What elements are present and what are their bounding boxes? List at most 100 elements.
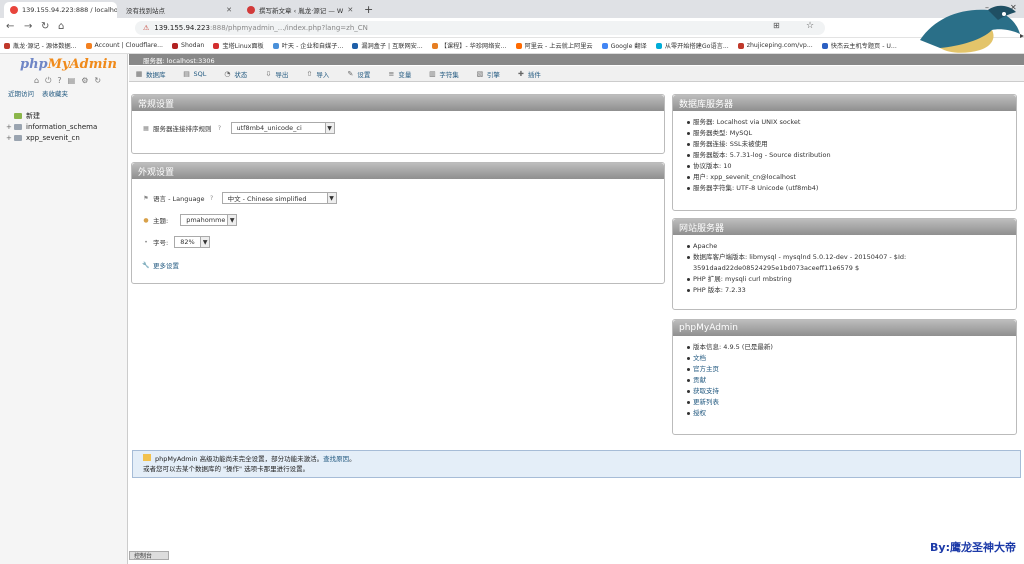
tree-item-label: xpp_sevenit_cn <box>26 133 80 142</box>
font-size-select[interactable]: 82% ▼ <box>174 236 211 248</box>
server-crumb-text[interactable]: 服务器: localhost:3306 <box>143 55 215 65</box>
bookmark-item[interactable]: 胤龙·源记 - 源体数据... <box>4 41 77 50</box>
menu-item-database[interactable]: ▦ 数据库 <box>135 69 166 79</box>
chevron-down-icon: ▼ <box>324 123 334 133</box>
tab-label: 139.155.94.223:888 / localhost <box>22 6 117 14</box>
new-tab-icon[interactable]: + <box>364 3 373 16</box>
notice-line2: 或者您可以去某个数据库的 "操作" 选项卡那里进行设置。 <box>143 465 310 473</box>
bookmark-favicon-icon <box>352 42 359 49</box>
help-icon[interactable]: ? <box>57 76 61 86</box>
notice-icon <box>143 454 151 461</box>
list-item: PHP 版本: 7.2.33 <box>687 285 1016 296</box>
close-tab-icon[interactable]: ✕ <box>343 6 353 14</box>
translate-icon[interactable]: ⊞ <box>773 21 780 30</box>
status-icon: ◔ <box>224 69 231 78</box>
bookmark-item[interactable]: 快杰云主机专题页 - U... <box>821 41 897 50</box>
find-reason-link[interactable]: 查找原因 <box>323 455 349 463</box>
forward-icon[interactable]: → <box>24 21 32 32</box>
menu-item-charset[interactable]: ▥ 字符集 <box>428 69 459 79</box>
logout-icon[interactable]: ⏻ <box>45 76 51 86</box>
language-label: 语言 - Language <box>153 195 205 203</box>
bookmark-item[interactable]: 从零开始搭建Go语言... <box>655 41 729 50</box>
menu-item-status[interactable]: ◔ 状态 <box>223 69 247 79</box>
browser-tab-phpmyadmin[interactable]: 139.155.94.223:888 / localhost ✕ <box>4 2 117 18</box>
console-toggle[interactable]: 控制台 <box>129 551 169 560</box>
menu-item-label: 设置 <box>357 70 371 79</box>
bookmark-item[interactable]: Shodan <box>172 42 204 49</box>
list-item[interactable]: 文档 <box>687 353 1016 364</box>
bookmark-item[interactable]: 宝塔Linux面板 <box>213 41 264 50</box>
bird-decoration-image <box>920 5 1024 53</box>
docs-icon[interactable]: ▤ <box>68 76 76 86</box>
browser-tab-new-post[interactable]: 撰写新文章 ‹ 胤龙·源记 — W ✕ <box>241 2 359 18</box>
reload-navigation-icon[interactable]: ↻ <box>94 76 101 86</box>
engine-icon: ▧ <box>476 69 484 78</box>
menu-item-plugin[interactable]: ✚ 插件 <box>517 69 541 79</box>
bookmark-item[interactable]: 漏洞盒子 | 互联网安... <box>352 41 423 50</box>
menu-item-variables[interactable]: ≡ 变量 <box>387 69 411 79</box>
import-icon: ⇧ <box>306 69 313 78</box>
bookmark-label: 阿里云 - 上云就上阿里云 <box>524 43 593 50</box>
settings-icon: ✎ <box>347 69 354 78</box>
tree-item-new[interactable]: 新建 <box>6 110 97 121</box>
browser-tab-strip: 139.155.94.223:888 / localhost ✕ 没有找到站点 … <box>0 0 1024 18</box>
theme-select[interactable]: pmahomme ▼ <box>180 214 238 226</box>
bookmark-label: 从零开始搭建Go语言... <box>664 43 729 50</box>
menu-item-engine[interactable]: ▧ 引擎 <box>476 69 500 79</box>
bookmark-item[interactable]: 【课程】- 华珍网络安... <box>431 41 507 50</box>
configuration-notice: phpMyAdmin 高级功能尚未完全设置，部分功能未激活。查找原因。 或者您可… <box>132 450 1021 478</box>
bookmark-item[interactable]: Google 翻译 <box>601 41 647 50</box>
tree-item-xpp-sevenit-cn[interactable]: + xpp_sevenit_cn <box>6 132 97 143</box>
menu-item-label: 变量 <box>398 70 412 79</box>
settings-icon[interactable]: ⚙ <box>81 76 88 86</box>
more-settings-link[interactable]: 更多设置 <box>153 260 179 270</box>
language-value: 中文 - Chinese simplified <box>227 195 307 203</box>
bookmark-label: 宝塔Linux面板 <box>222 43 264 50</box>
navigation-links: 近期访问 表收藏夹 <box>8 88 68 98</box>
close-tab-icon[interactable]: ✕ <box>222 6 232 14</box>
help-icon[interactable]: ? <box>208 194 216 202</box>
list-item[interactable]: 授权 <box>687 408 1016 419</box>
tree-item-label: 新建 <box>26 111 40 120</box>
phpmyadmin-logo[interactable]: phpMyAdmin <box>20 57 117 72</box>
database-icon: ▦ <box>135 69 143 78</box>
bookmark-star-icon[interactable]: ☆ <box>806 21 814 31</box>
favorite-tables-link[interactable]: 表收藏夹 <box>42 88 68 98</box>
list-item[interactable]: 贡献 <box>687 375 1016 386</box>
home-icon[interactable]: ⌂ <box>34 76 39 86</box>
reload-icon[interactable]: ↻ <box>41 21 49 32</box>
panel-title: 数据库服务器 <box>673 95 1016 111</box>
browser-tab-site-not-found[interactable]: 没有找到站点 ✕ <box>120 2 238 18</box>
tree-item-information-schema[interactable]: + information_schema <box>6 121 97 132</box>
bookmark-favicon-icon <box>737 42 744 49</box>
menu-item-export[interactable]: ⇩ 导出 <box>264 69 288 79</box>
web-server-panel: 网站服务器 Apache 数据库客户端版本: libmysql - mysqlnd… <box>672 218 1017 310</box>
home-icon[interactable]: ⌂ <box>58 21 64 32</box>
database-server-panel: 数据库服务器 服务器: Localhost via UNIX socket 服务器… <box>672 94 1017 211</box>
menu-item-label: 导入 <box>316 70 330 79</box>
list-item: 服务器: Localhost via UNIX socket <box>687 117 1016 128</box>
help-icon[interactable]: ? <box>216 124 224 132</box>
back-icon[interactable]: ← <box>6 21 14 32</box>
tree-item-label: information_schema <box>26 122 98 131</box>
bookmark-item[interactable]: 阿里云 - 上云就上阿里云 <box>515 41 593 50</box>
recent-tables-link[interactable]: 近期访问 <box>8 88 34 98</box>
list-item[interactable]: 官方主页 <box>687 364 1016 375</box>
font-size-label: 字号: <box>153 239 169 247</box>
list-item: 服务器连接: SSL未被使用 <box>687 139 1016 150</box>
list-item[interactable]: 更新列表 <box>687 397 1016 408</box>
menu-item-settings[interactable]: ✎ 设置 <box>346 69 370 79</box>
url-field[interactable]: ⚠ 139.155.94.223 :888/phpmyadmin_.../ind… <box>135 21 825 35</box>
list-item[interactable]: 获取支持 <box>687 386 1016 397</box>
menu-item-sql[interactable]: ▤ SQL <box>183 70 206 78</box>
address-bar: ← → ↻ ⌂ ⚠ 139.155.94.223 :888/phpmyadmin… <box>0 18 1024 38</box>
menu-item-import[interactable]: ⇧ 导入 <box>305 69 329 79</box>
tree-expander-icon[interactable]: + <box>6 134 14 142</box>
tree-expander-icon[interactable]: + <box>6 123 14 131</box>
bookmark-item[interactable]: zhujiceping.com/vp... <box>737 42 813 49</box>
language-select[interactable]: 中文 - Chinese simplified ▼ <box>221 192 337 204</box>
collation-select[interactable]: utf8mb4_unicode_ci ▼ <box>230 122 335 134</box>
tab-label: 撰写新文章 ‹ 胤龙·源记 — W <box>259 7 344 15</box>
bookmark-item[interactable]: 叶天 - 企业和自媒子... <box>272 41 343 50</box>
bookmark-item[interactable]: Account | Cloudflare... <box>85 42 163 49</box>
